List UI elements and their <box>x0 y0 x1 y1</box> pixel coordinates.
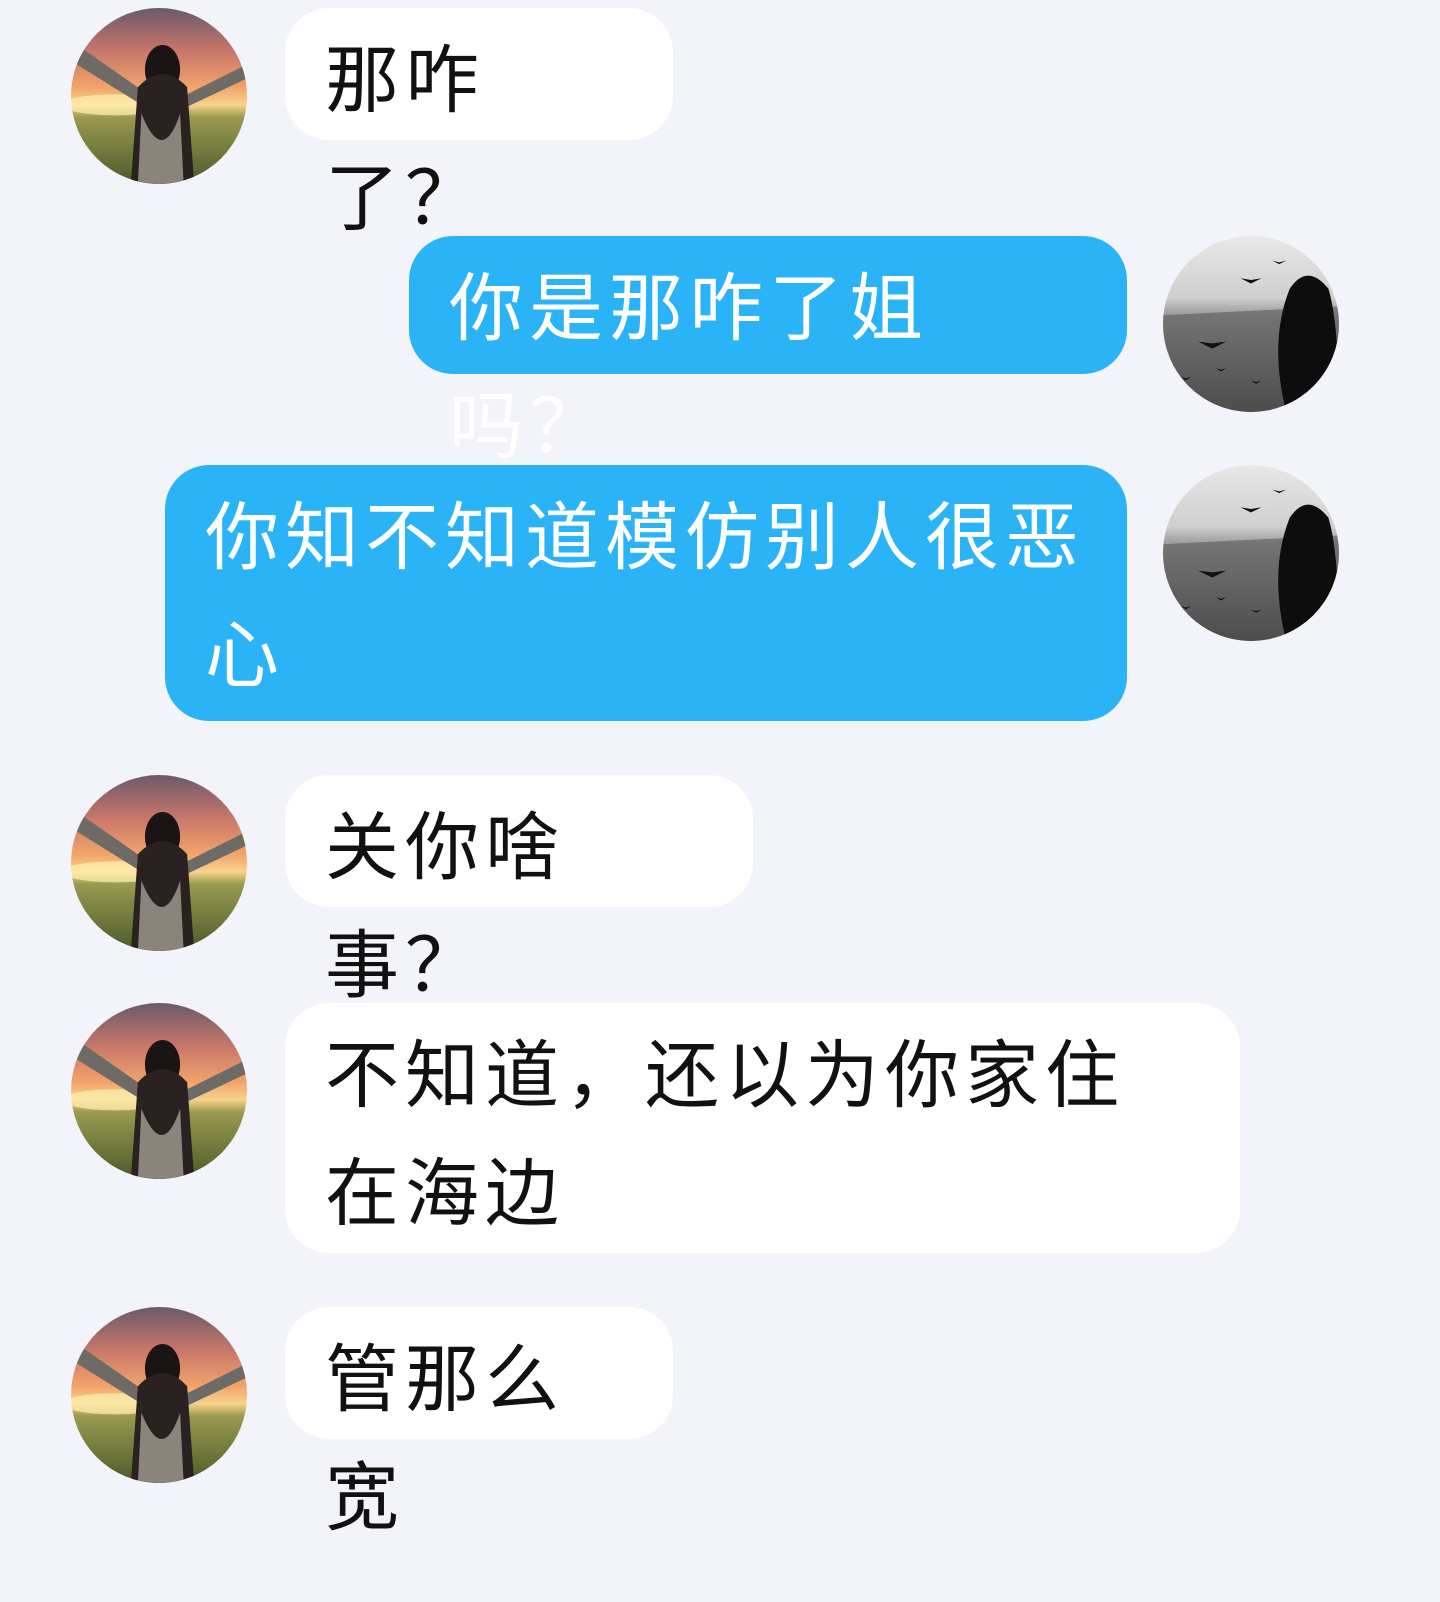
outgoing-avatar[interactable] <box>1163 465 1339 641</box>
message-text: 不知道，还以为你家住在海边 <box>325 1033 1125 1237</box>
chat-area: 那咋了？ 你是那咋了姐吗？ 你知不知道模仿别人很恶心 关你啥事？ 不知道，还以为… <box>0 0 1440 1602</box>
message-bubble[interactable]: 关你啥事？ <box>285 775 753 1009</box>
avatar-sunset-girl-icon <box>71 8 247 184</box>
message-bubble[interactable]: 你是那咋了姐吗？ <box>409 236 1127 470</box>
incoming-avatar[interactable] <box>71 1003 247 1179</box>
avatar-sunset-girl-icon <box>71 775 247 951</box>
message-bubble[interactable]: 不知道，还以为你家住在海边 <box>285 1003 1240 1253</box>
incoming-avatar[interactable] <box>71 8 247 184</box>
message-text: 关你啥事？ <box>325 805 565 1009</box>
avatar-sunset-girl-icon <box>71 1307 247 1483</box>
message-text: 管那么宽 <box>325 1337 565 1541</box>
incoming-avatar[interactable] <box>71 1307 247 1483</box>
message-text: 你是那咋了姐吗？ <box>449 266 929 470</box>
message-text: 你知不知道模仿别人很恶心 <box>205 495 1085 699</box>
message-bubble[interactable]: 管那么宽 <box>285 1307 673 1541</box>
message-bubble[interactable]: 那咋了？ <box>285 8 673 242</box>
avatar-seagulls-girl-icon <box>1163 465 1339 641</box>
incoming-avatar[interactable] <box>71 775 247 951</box>
outgoing-avatar[interactable] <box>1163 236 1339 412</box>
message-bubble[interactable]: 你知不知道模仿别人很恶心 <box>165 465 1127 721</box>
message-text: 那咋了？ <box>325 38 485 242</box>
avatar-sunset-girl-icon <box>71 1003 247 1179</box>
avatar-seagulls-girl-icon <box>1163 236 1339 412</box>
